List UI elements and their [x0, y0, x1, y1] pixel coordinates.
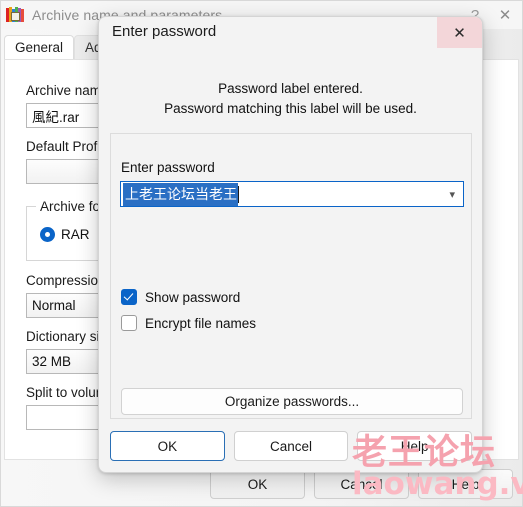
password-input[interactable]: 上老王论坛当老王 ▾	[120, 181, 464, 207]
background-ok-button[interactable]: OK	[210, 469, 305, 499]
background-cancel-button[interactable]: Cancel	[314, 469, 409, 499]
checkbox-encrypt-file-names[interactable]: Encrypt file names	[121, 315, 256, 331]
radio-rar[interactable]: RAR	[40, 227, 90, 242]
screen: Archive name and parameters ? ✕ General …	[0, 0, 523, 507]
archive-name-label: Archive name	[26, 83, 109, 98]
enter-password-dialog: Enter password ✕ Password label entered.…	[98, 16, 483, 473]
checkbox-checked-icon	[121, 289, 137, 305]
checkbox-encrypt-file-names-label: Encrypt file names	[145, 315, 257, 331]
archive-name-value: 風紀.rar	[32, 109, 80, 125]
compression-label: Compression	[26, 273, 106, 288]
checkbox-show-password[interactable]: Show password	[121, 289, 240, 305]
dialog-close-icon[interactable]: ✕	[437, 17, 482, 48]
password-field-label: Enter password	[121, 160, 215, 175]
dialog-ok-button[interactable]: OK	[110, 431, 225, 461]
compression-value: Normal	[32, 298, 76, 313]
checkbox-show-password-label: Show password	[145, 289, 241, 305]
dialog-title: Enter password	[112, 23, 217, 40]
password-value: 上老王论坛当老王	[123, 182, 238, 206]
dialog-button-bar: OK Cancel Help	[110, 431, 473, 461]
checkbox-unchecked-icon	[121, 315, 137, 331]
text-caret	[238, 185, 239, 203]
winrar-books-icon	[6, 6, 24, 24]
password-group: Enter password 上老王论坛当老王 ▾ Show password …	[110, 133, 472, 419]
tab-general[interactable]: General	[4, 35, 75, 60]
radio-rar-label: RAR	[61, 227, 90, 242]
dialog-help-button[interactable]: Help	[357, 431, 473, 461]
close-icon[interactable]: ✕	[488, 6, 522, 24]
dictionary-size-value: 32 MB	[32, 354, 72, 369]
dialog-message: Password label entered. Password matchin…	[99, 79, 482, 119]
organize-passwords-button[interactable]: Organize passwords...	[121, 388, 463, 415]
dialog-titlebar: Enter password ✕	[99, 17, 482, 49]
background-help-button[interactable]: Help	[418, 469, 513, 499]
radio-selected-icon	[40, 227, 55, 242]
chevron-down-icon[interactable]: ▾	[449, 182, 455, 206]
message-line-1: Password label entered.	[218, 81, 363, 96]
message-line-2: Password matching this label will be use…	[164, 101, 417, 116]
dialog-cancel-button[interactable]: Cancel	[233, 431, 349, 461]
